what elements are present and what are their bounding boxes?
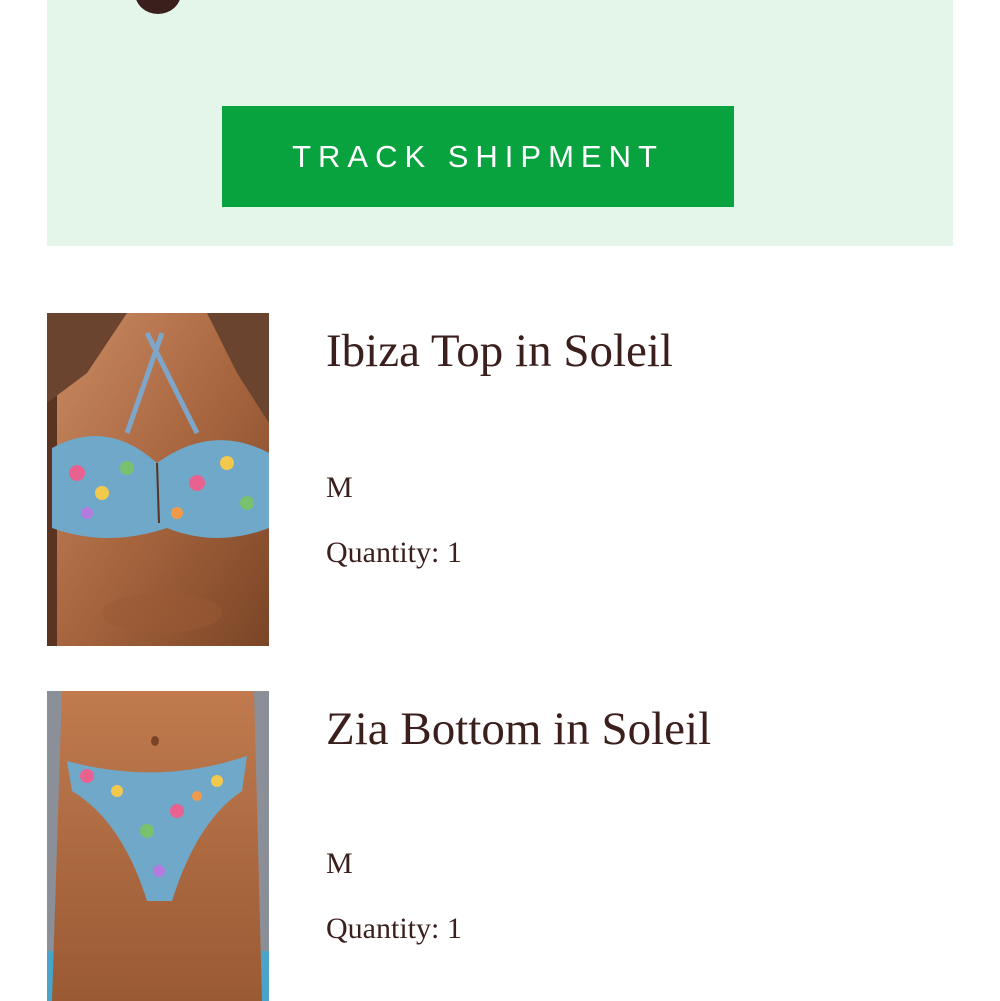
avatar-dot (135, 0, 181, 14)
product-image[interactable] (47, 691, 269, 1001)
order-item: Ibiza Top in Soleil M Quantity: 1 (47, 313, 953, 646)
track-shipment-button[interactable]: TRACK SHIPMENT (222, 106, 734, 207)
product-image[interactable] (47, 313, 269, 646)
shipment-banner: TRACK SHIPMENT (47, 0, 953, 246)
product-quantity: Quantity: 1 (326, 536, 462, 569)
product-title[interactable]: Ibiza Top in Soleil (326, 325, 673, 377)
product-quantity: Quantity: 1 (326, 912, 462, 945)
product-title[interactable]: Zia Bottom in Soleil (326, 703, 711, 755)
product-size: M (326, 471, 353, 504)
order-item: Zia Bottom in Soleil M Quantity: 1 (47, 691, 953, 1001)
product-size: M (326, 847, 353, 880)
